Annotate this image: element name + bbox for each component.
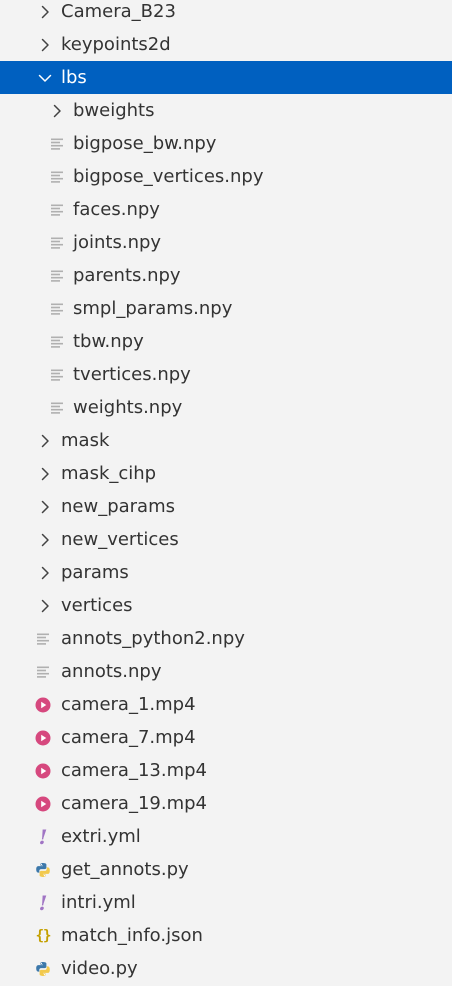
- lines-file-icon: [48, 259, 66, 292]
- item-label: joints.npy: [73, 232, 162, 253]
- chevron-right-icon[interactable]: [36, 589, 54, 622]
- file-row-bigpose-bw-npy[interactable]: bigpose_bw.npy: [0, 127, 452, 160]
- video-file-icon: [34, 754, 52, 787]
- item-label: camera_13.mp4: [61, 760, 208, 781]
- item-label: camera_19.mp4: [61, 793, 208, 814]
- file-row-camera-1-mp4[interactable]: camera_1.mp4: [0, 688, 452, 721]
- item-label: parents.npy: [73, 265, 181, 286]
- python-file-icon: [34, 853, 52, 886]
- chevron-right-icon[interactable]: [48, 94, 66, 127]
- item-label: annots.npy: [61, 661, 162, 682]
- item-label: video.py: [61, 958, 138, 979]
- lines-file-icon: [48, 226, 66, 259]
- lines-file-icon: [48, 160, 66, 193]
- item-label: params: [61, 562, 129, 583]
- item-label: get_annots.py: [61, 859, 189, 880]
- item-label: mask: [61, 430, 110, 451]
- folder-row-mask-cihp[interactable]: mask_cihp: [0, 457, 452, 490]
- file-row-match-info-json[interactable]: {} match_info.json: [0, 919, 452, 952]
- item-label: faces.npy: [73, 199, 160, 220]
- lines-file-icon: [48, 292, 66, 325]
- file-row-video-py[interactable]: video.py: [0, 952, 452, 985]
- json-file-icon: {}: [35, 927, 52, 944]
- yaml-file-icon: !: [38, 824, 48, 849]
- file-row-annots-npy[interactable]: annots.npy: [0, 655, 452, 688]
- file-row-faces-npy[interactable]: faces.npy: [0, 193, 452, 226]
- file-row-camera-19-mp4[interactable]: camera_19.mp4: [0, 787, 452, 820]
- lines-file-icon: [48, 358, 66, 391]
- item-label: camera_7.mp4: [61, 727, 196, 748]
- item-label: camera_1.mp4: [61, 694, 196, 715]
- chevron-right-icon[interactable]: [36, 28, 54, 61]
- file-row-tvertices-npy[interactable]: tvertices.npy: [0, 358, 452, 391]
- yaml-file-icon: !: [38, 890, 48, 915]
- item-label: tvertices.npy: [73, 364, 191, 385]
- lines-file-icon: [48, 325, 66, 358]
- item-label: intri.yml: [61, 892, 136, 913]
- file-row-smpl-params-npy[interactable]: smpl_params.npy: [0, 292, 452, 325]
- video-file-icon: [34, 721, 52, 754]
- chevron-right-icon[interactable]: [36, 457, 54, 490]
- file-row-camera-13-mp4[interactable]: camera_13.mp4: [0, 754, 452, 787]
- folder-row-new-params[interactable]: new_params: [0, 490, 452, 523]
- file-row-tbw-npy[interactable]: tbw.npy: [0, 325, 452, 358]
- folder-row-keypoints2d[interactable]: keypoints2d: [0, 28, 452, 61]
- video-file-icon: [34, 688, 52, 721]
- chevron-right-icon[interactable]: [36, 523, 54, 556]
- lines-file-icon: [34, 655, 52, 688]
- file-row-get-annots-py[interactable]: get_annots.py: [0, 853, 452, 886]
- file-row-annots-python2-npy[interactable]: annots_python2.npy: [0, 622, 452, 655]
- item-label: annots_python2.npy: [61, 628, 245, 649]
- item-label: lbs: [61, 67, 87, 88]
- lines-file-icon: [48, 391, 66, 424]
- lines-file-icon: [34, 622, 52, 655]
- item-label: extri.yml: [61, 826, 141, 847]
- chevron-right-icon[interactable]: [36, 556, 54, 589]
- folder-row-lbs[interactable]: lbs: [0, 61, 452, 94]
- folder-row-vertices[interactable]: vertices: [0, 589, 452, 622]
- item-label: mask_cihp: [61, 463, 157, 484]
- folder-row-mask[interactable]: mask: [0, 424, 452, 457]
- lines-file-icon: [48, 127, 66, 160]
- file-row-parents-npy[interactable]: parents.npy: [0, 259, 452, 292]
- python-file-icon: [34, 952, 52, 985]
- item-label: smpl_params.npy: [73, 298, 233, 319]
- file-row-camera-7-mp4[interactable]: camera_7.mp4: [0, 721, 452, 754]
- item-label: Camera_B23: [61, 1, 176, 22]
- file-row-intri-yml[interactable]: ! intri.yml: [0, 886, 452, 919]
- file-explorer-tree: Camera_B23 keypoints2d lbs bweights bigpose…: [0, 0, 452, 986]
- folder-row-params[interactable]: params: [0, 556, 452, 589]
- item-label: bweights: [73, 100, 155, 121]
- item-label: tbw.npy: [73, 331, 144, 352]
- item-label: bigpose_vertices.npy: [73, 166, 264, 187]
- file-row-joints-npy[interactable]: joints.npy: [0, 226, 452, 259]
- item-label: bigpose_bw.npy: [73, 133, 217, 154]
- item-label: new_vertices: [61, 529, 179, 550]
- chevron-right-icon[interactable]: [36, 0, 54, 28]
- item-label: match_info.json: [61, 925, 203, 946]
- file-row-bigpose-vertices-npy[interactable]: bigpose_vertices.npy: [0, 160, 452, 193]
- item-label: keypoints2d: [61, 34, 171, 55]
- item-label: new_params: [61, 496, 176, 517]
- chevron-down-icon[interactable]: [36, 61, 54, 94]
- folder-row-new-vertices[interactable]: new_vertices: [0, 523, 452, 556]
- item-label: vertices: [61, 595, 133, 616]
- lines-file-icon: [48, 193, 66, 226]
- video-file-icon: [34, 787, 52, 820]
- folder-row-bweights[interactable]: bweights: [0, 94, 452, 127]
- chevron-right-icon[interactable]: [36, 490, 54, 523]
- file-row-extri-yml[interactable]: ! extri.yml: [0, 820, 452, 853]
- item-label: weights.npy: [73, 397, 183, 418]
- chevron-right-icon[interactable]: [36, 424, 54, 457]
- folder-row-camera-b23[interactable]: Camera_B23: [0, 0, 452, 28]
- file-row-weights-npy[interactable]: weights.npy: [0, 391, 452, 424]
